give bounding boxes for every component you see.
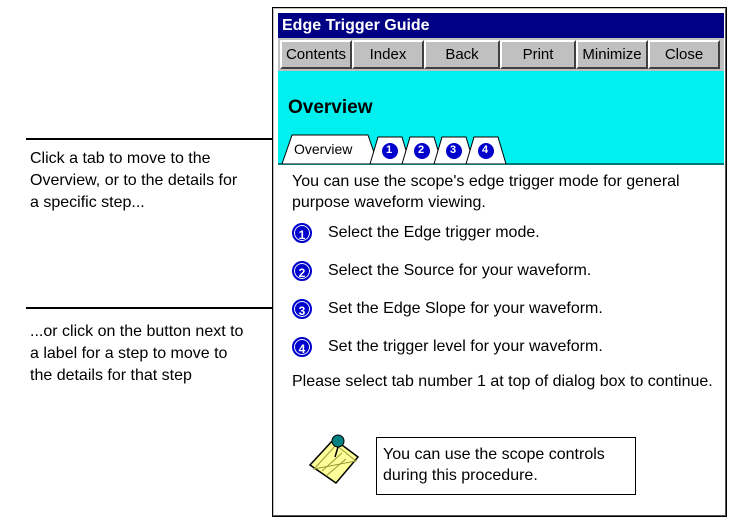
back-button[interactable]: Back: [424, 40, 500, 69]
intro-text: You can use the scope's edge trigger mod…: [292, 173, 680, 211]
print-button[interactable]: Print: [500, 40, 576, 69]
buttons-callout: ...or click on the button next to a labe…: [30, 323, 244, 384]
buttons-leader-line: [26, 307, 290, 309]
notepad-pin-icon: [308, 434, 360, 485]
header-panel: Overview: [278, 71, 724, 127]
step-item-1: 1 Select the Edge trigger mode.: [292, 223, 540, 243]
tab-step-2-label: 2: [418, 144, 425, 156]
step-2-label: Select the Source for your waveform.: [328, 262, 592, 279]
step-item-2: 2 Select the Source for your waveform.: [292, 261, 591, 281]
step-3-label: Set the Edge Slope for your waveform.: [328, 300, 603, 317]
step-item-3: 3 Set the Edge Slope for your waveform.: [292, 299, 603, 319]
edge-trigger-guide-window: Edge Trigger Guide Contents Index Back P…: [272, 7, 727, 517]
tab-step-3-label: 3: [450, 144, 457, 156]
step-4-label: Set the trigger level for your waveform.: [328, 338, 603, 355]
contents-button[interactable]: Contents: [280, 40, 352, 69]
step-1-button[interactable]: 1: [292, 223, 312, 243]
minimize-button[interactable]: Minimize: [576, 40, 648, 69]
note-box: You can use the scope controls during th…: [376, 437, 636, 495]
instruction-text: Please select tab number 1 at top of dia…: [292, 373, 713, 390]
tab-step-4-label: 4: [482, 144, 489, 156]
step-4-button[interactable]: 4: [292, 337, 312, 357]
step-2-button[interactable]: 2: [292, 261, 312, 281]
window-title: Edge Trigger Guide: [278, 13, 724, 38]
tab-strip: Overview 1 2 3 4: [278, 127, 724, 165]
content-area: You can use the scope's edge trigger mod…: [278, 165, 724, 515]
tabs-leader-line: [26, 138, 291, 140]
step-1-label: Select the Edge trigger mode.: [328, 224, 540, 241]
tabs-callout: Click a tab to move to the Overview, or …: [30, 150, 238, 211]
tab-step-1-label: 1: [386, 144, 393, 156]
button-bar: Contents Index Back Print Minimize Close: [278, 38, 724, 71]
close-button[interactable]: Close: [648, 40, 720, 69]
index-button[interactable]: Index: [352, 40, 424, 69]
page-title: Overview: [288, 97, 373, 118]
tab-overview-label: Overview: [294, 141, 353, 157]
step-item-4: 4 Set the trigger level for your wavefor…: [292, 337, 603, 357]
step-3-button[interactable]: 3: [292, 299, 312, 319]
